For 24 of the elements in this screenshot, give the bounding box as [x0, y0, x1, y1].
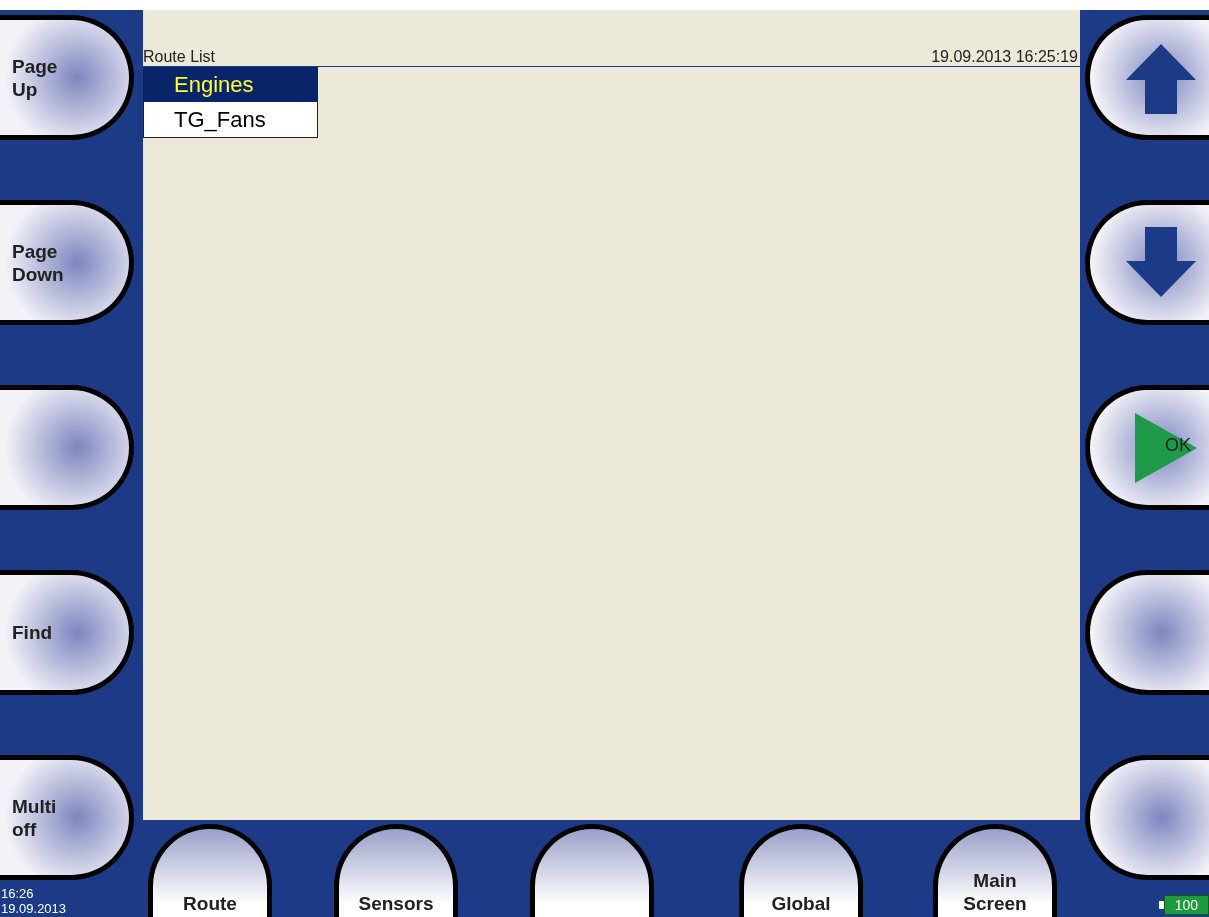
route-item[interactable]: TG_Fans [144, 102, 317, 137]
down-button[interactable] [1085, 200, 1209, 325]
up-button[interactable] [1085, 15, 1209, 140]
blank-button[interactable] [530, 824, 654, 917]
bottom-button[interactable]: Global [739, 824, 863, 917]
blank-button[interactable] [1085, 755, 1209, 880]
screen-title: Route List [143, 48, 216, 66]
route-item[interactable]: Engines [144, 67, 317, 102]
status-time: 16:26 [1, 886, 35, 901]
bottom-button[interactable]: Route [148, 824, 272, 917]
blank-button[interactable] [0, 385, 134, 510]
date-time: 19.09.2013 16:25:19 [931, 48, 1079, 66]
play-triangle-icon [1135, 412, 1197, 483]
side-button[interactable]: Multi off [0, 755, 134, 880]
bottom-button[interactable]: Sensors [334, 824, 458, 917]
battery-indicator: 100 [1158, 895, 1209, 915]
side-button[interactable]: Page Down [0, 200, 134, 325]
side-button[interactable]: Find [0, 570, 134, 695]
blank-button[interactable] [1085, 570, 1209, 695]
side-button[interactable]: Page Up [0, 15, 134, 140]
status-date: 19.09.2013 [1, 901, 68, 916]
down-arrow-icon [1125, 226, 1197, 299]
ok-button[interactable]: OK [1085, 385, 1209, 510]
bottom-button[interactable]: Main Screen [933, 824, 1057, 917]
